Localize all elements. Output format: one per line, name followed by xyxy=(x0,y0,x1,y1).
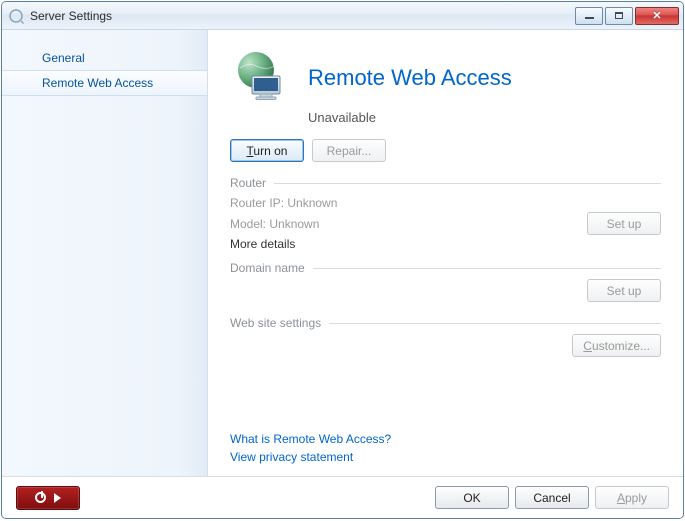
minimize-button[interactable] xyxy=(575,7,603,25)
router-model: Model: Unknown xyxy=(230,215,587,233)
maximize-icon xyxy=(615,12,623,19)
apply-label-rest: pply xyxy=(625,491,647,505)
maximize-button[interactable] xyxy=(605,7,633,25)
remote-web-access-icon xyxy=(230,48,290,108)
play-icon xyxy=(54,493,61,503)
turn-on-label-rest: urn on xyxy=(253,144,287,158)
footer-buttons: OK Cancel Apply xyxy=(435,486,669,509)
minimize-icon xyxy=(585,17,594,19)
power-icon xyxy=(35,492,46,503)
sidebar-item-label: General xyxy=(42,51,85,65)
router-section: Router Router IP: Unknown Model: Unknown… xyxy=(230,176,661,253)
window-controls: ✕ xyxy=(575,7,679,25)
ok-label: OK xyxy=(463,491,480,505)
repair-label: Repair... xyxy=(327,144,372,158)
domain-setup-label: Set up xyxy=(607,284,642,298)
router-setup-button[interactable]: Set up xyxy=(587,212,661,235)
action-row: Turn on Repair... xyxy=(230,139,661,162)
domain-section-title: Domain name xyxy=(230,261,305,275)
privacy-link[interactable]: View privacy statement xyxy=(230,448,661,466)
apply-button[interactable]: Apply xyxy=(595,486,669,509)
router-section-title: Router xyxy=(230,176,266,190)
divider xyxy=(313,268,661,269)
sidebar-item-general[interactable]: General xyxy=(2,46,207,70)
page-header: Remote Web Access xyxy=(230,48,661,108)
sidebar-item-remote-web-access[interactable]: Remote Web Access xyxy=(2,70,207,96)
domain-setup-button[interactable]: Set up xyxy=(587,279,661,302)
recording-badge[interactable] xyxy=(16,486,80,510)
website-section-title: Web site settings xyxy=(230,316,321,330)
window-body: General Remote Web Access xyxy=(2,30,683,476)
app-icon xyxy=(8,8,24,24)
more-details-link[interactable]: More details xyxy=(230,235,661,253)
customize-label-rest: ustomize... xyxy=(592,339,650,353)
main-panel: Remote Web Access Unavailable Turn on Re… xyxy=(208,30,683,476)
website-section: Web site settings Customize... xyxy=(230,316,661,357)
router-setup-label: Set up xyxy=(607,217,642,231)
titlebar[interactable]: Server Settings ✕ xyxy=(2,2,683,30)
page-title: Remote Web Access xyxy=(308,65,512,91)
close-button[interactable]: ✕ xyxy=(635,7,679,25)
cancel-button[interactable]: Cancel xyxy=(515,486,589,509)
help-links: What is Remote Web Access? View privacy … xyxy=(230,420,661,466)
footer: OK Cancel Apply xyxy=(2,476,683,518)
close-icon: ✕ xyxy=(652,9,661,22)
cancel-label: Cancel xyxy=(533,491,570,505)
window-title: Server Settings xyxy=(30,9,575,23)
server-settings-window: Server Settings ✕ General Remote Web Acc… xyxy=(1,1,684,519)
customize-button[interactable]: Customize... xyxy=(572,334,661,357)
domain-section: Domain name Set up xyxy=(230,261,661,302)
router-ip: Router IP: Unknown xyxy=(230,194,661,212)
status-text: Unavailable xyxy=(308,110,661,125)
ok-button[interactable]: OK xyxy=(435,486,509,509)
sidebar-item-label: Remote Web Access xyxy=(42,76,153,90)
what-is-rwa-link[interactable]: What is Remote Web Access? xyxy=(230,430,661,448)
repair-button[interactable]: Repair... xyxy=(312,139,386,162)
divider xyxy=(274,183,661,184)
sidebar: General Remote Web Access xyxy=(2,30,208,476)
divider xyxy=(329,323,661,324)
turn-on-button[interactable]: Turn on xyxy=(230,139,304,162)
